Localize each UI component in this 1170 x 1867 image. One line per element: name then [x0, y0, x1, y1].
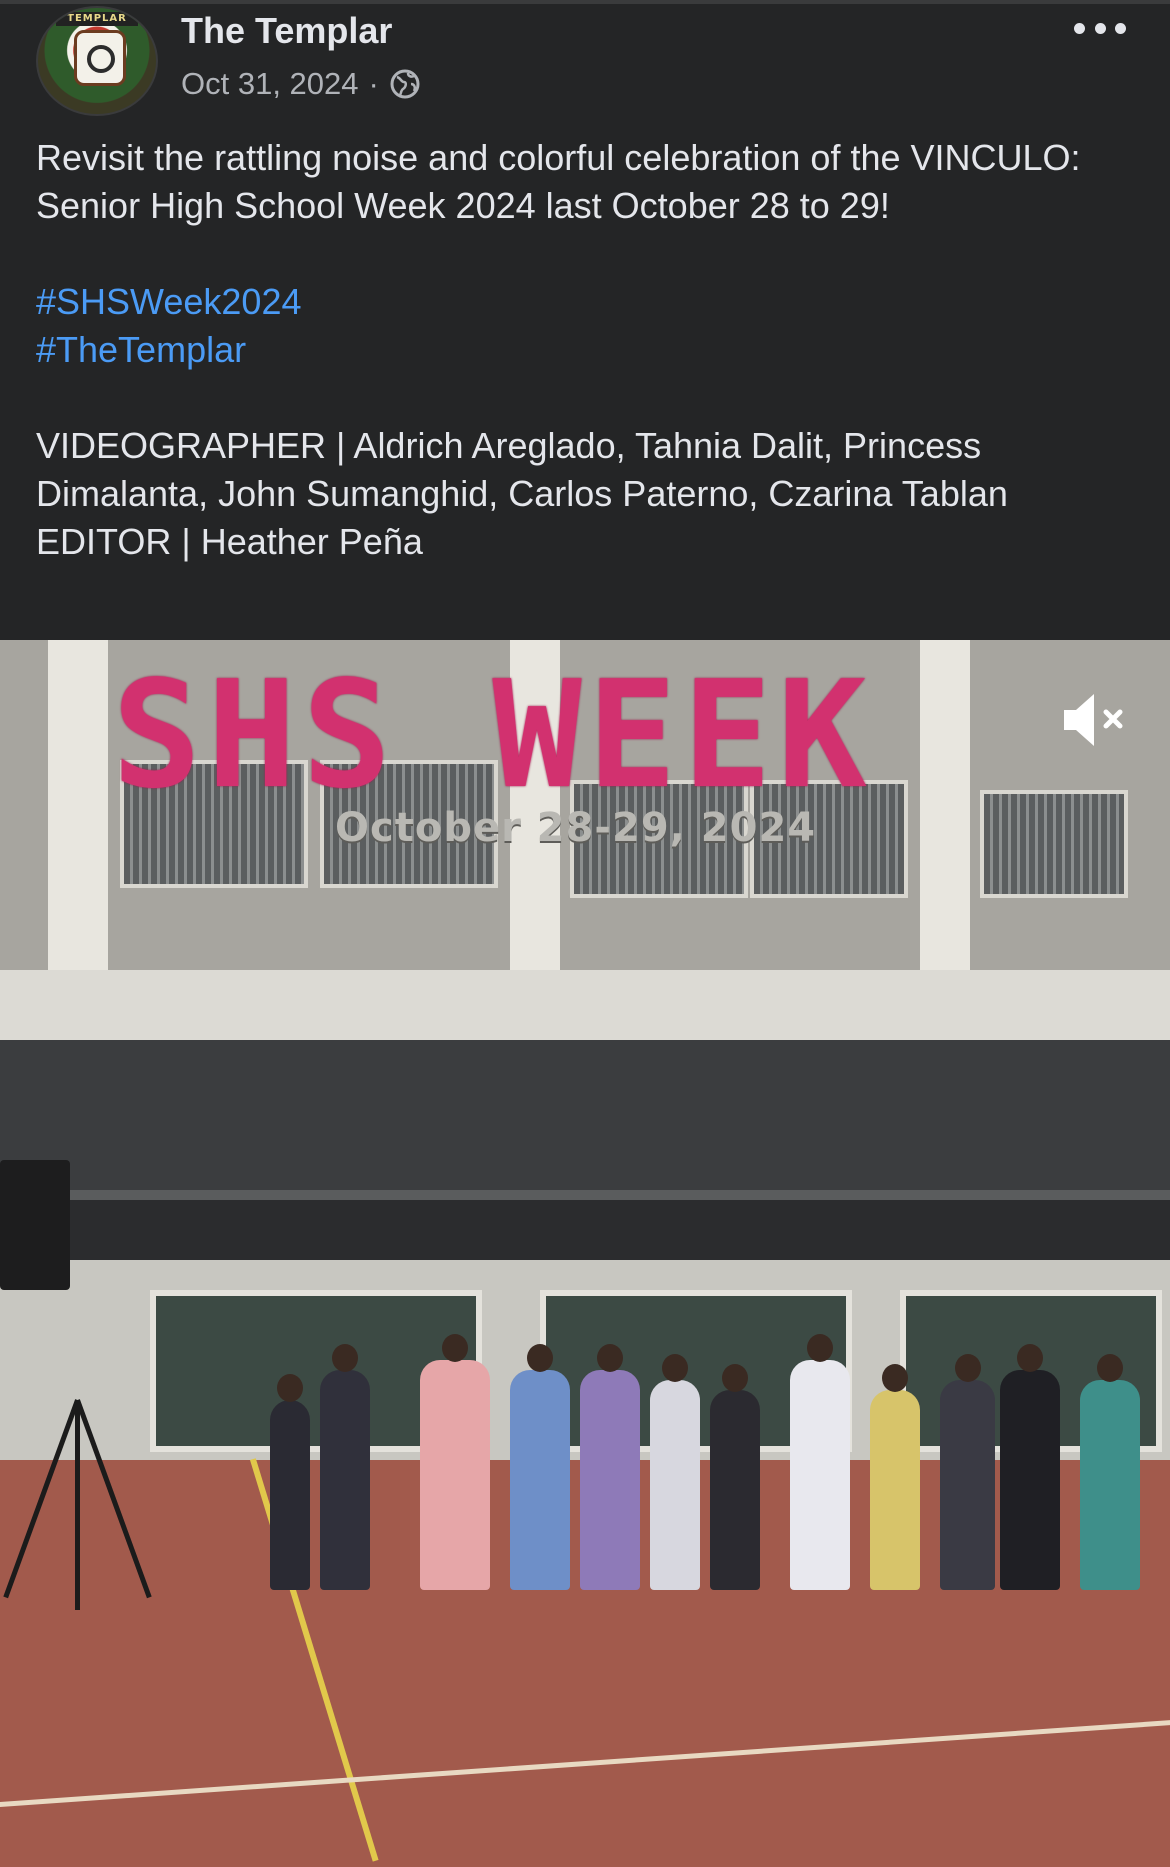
speaker-muted-icon [1064, 694, 1123, 746]
post-date-link[interactable]: Oct 31, 2024 [181, 62, 359, 106]
video-player[interactable]: SHS WEEK October 28-29, 2024 [0, 640, 1170, 1867]
building-pillar [920, 640, 970, 980]
post-meta: Oct 31, 2024 · [181, 62, 421, 106]
post-caption: Revisit the rattling noise and colorful … [36, 137, 1081, 226]
video-overlay-date: October 28-29, 2024 [335, 805, 817, 851]
court-line [0, 1716, 1170, 1809]
person [270, 1374, 310, 1590]
avatar[interactable]: TEMPLAR [36, 6, 158, 116]
person [1080, 1354, 1140, 1590]
person [510, 1344, 570, 1590]
person [940, 1354, 995, 1590]
building-pillar [48, 640, 108, 980]
avatar-logo-icon [74, 30, 126, 86]
person [420, 1334, 490, 1590]
speaker-icon [0, 1160, 70, 1290]
credits-videographer: VIDEOGRAPHER | Aldrich Areglado, Tahnia … [36, 425, 1008, 514]
more-dot-icon [1074, 22, 1085, 34]
more-dot-icon [1115, 22, 1126, 34]
video-overlay-title: SHS WEEK [112, 649, 873, 821]
person [580, 1344, 640, 1590]
person [320, 1344, 370, 1590]
person [870, 1364, 920, 1590]
more-dot-icon [1094, 22, 1106, 34]
person [1000, 1344, 1060, 1590]
person [710, 1364, 760, 1590]
hashtag-link[interactable]: #TheTemplar [36, 326, 1136, 374]
mute-toggle-button[interactable] [1060, 690, 1130, 750]
post-header: TEMPLAR The Templar Oct 31, 2024 · [36, 6, 1136, 116]
building-window [980, 790, 1128, 898]
tripod-icon [3, 1399, 152, 1610]
hashtag-link[interactable]: #SHSWeek2024 [36, 278, 1136, 326]
page-name-link[interactable]: The Templar [181, 6, 392, 56]
building-ledge [0, 970, 1170, 1040]
meta-separator: · [368, 66, 379, 101]
globe-icon [390, 69, 420, 99]
more-options-button[interactable] [1070, 8, 1130, 48]
avatar-banner: TEMPLAR [56, 12, 138, 26]
crowd [270, 1334, 1170, 1590]
person [790, 1334, 850, 1590]
post-body: Revisit the rattling noise and colorful … [36, 134, 1136, 566]
credits-editor: EDITOR | Heather Peña [36, 521, 423, 562]
person [650, 1354, 700, 1590]
top-divider [0, 0, 1170, 4]
